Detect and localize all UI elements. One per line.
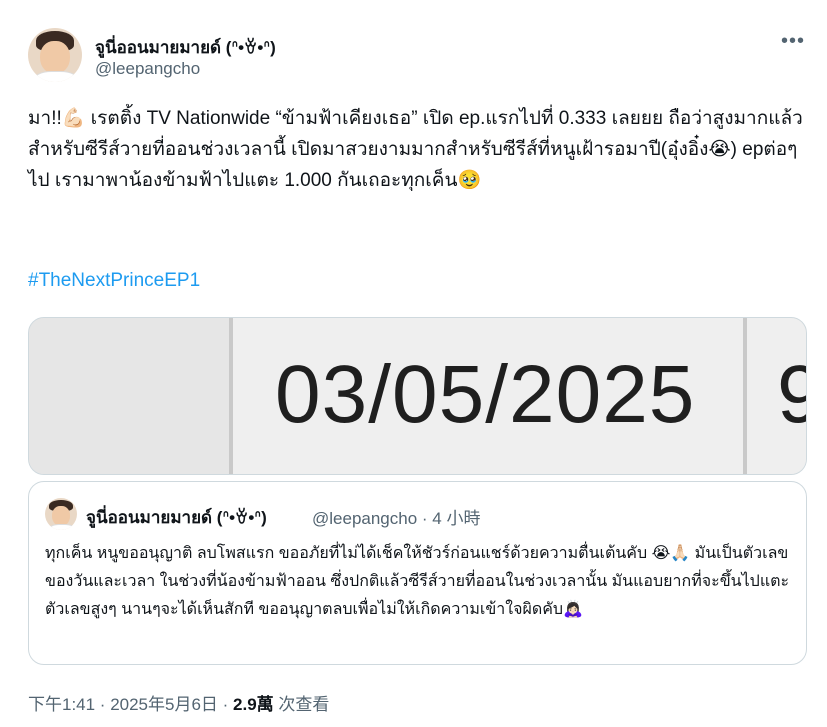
media-partial-text: 9	[777, 348, 806, 442]
author-display-name[interactable]: จูนี่ออนมายมายด์ (ᐢ•ꈊ•ᐢ)	[95, 34, 276, 61]
quote-author-name: จูนี่ออนมายมายด์ (ᐢ•ꈊ•ᐢ)	[86, 508, 267, 527]
more-icon[interactable]: •••	[781, 30, 805, 53]
author-avatar[interactable]	[28, 28, 82, 82]
quoted-tweet[interactable]: จูนี่ออนมายมายด์ (ᐢ•ꈊ•ᐢ) @leepangcho · 4…	[28, 481, 807, 665]
time-date[interactable]: 下午1:41 · 2025年5月6日 ·	[28, 695, 233, 714]
tweet-text: มา!!💪🏻 เรตติ้ง TV Nationwide “ข้ามฟ้าเคี…	[28, 108, 803, 191]
views-label: 次查看	[273, 695, 330, 714]
quote-author-handle-time: @leepangcho · 4 小時	[312, 509, 481, 528]
quote-text: ทุกเค็น หนูขออนุญาติ ลบโพสแรก ขออภัยที่ไ…	[45, 545, 793, 618]
author-handle[interactable]: @leepangcho	[95, 59, 200, 79]
quote-author-avatar	[45, 498, 77, 530]
views-count: 2.9萬	[233, 695, 274, 714]
tweet-media-image[interactable]: 03/05/2025 9	[28, 317, 807, 475]
hashtag-link[interactable]: #TheNextPrinceEP1	[28, 270, 200, 292]
media-date-text: 03/05/2025	[275, 349, 696, 440]
tweet-timestamp: 下午1:41 · 2025年5月6日 · 2.9萬 次查看	[28, 690, 329, 715]
